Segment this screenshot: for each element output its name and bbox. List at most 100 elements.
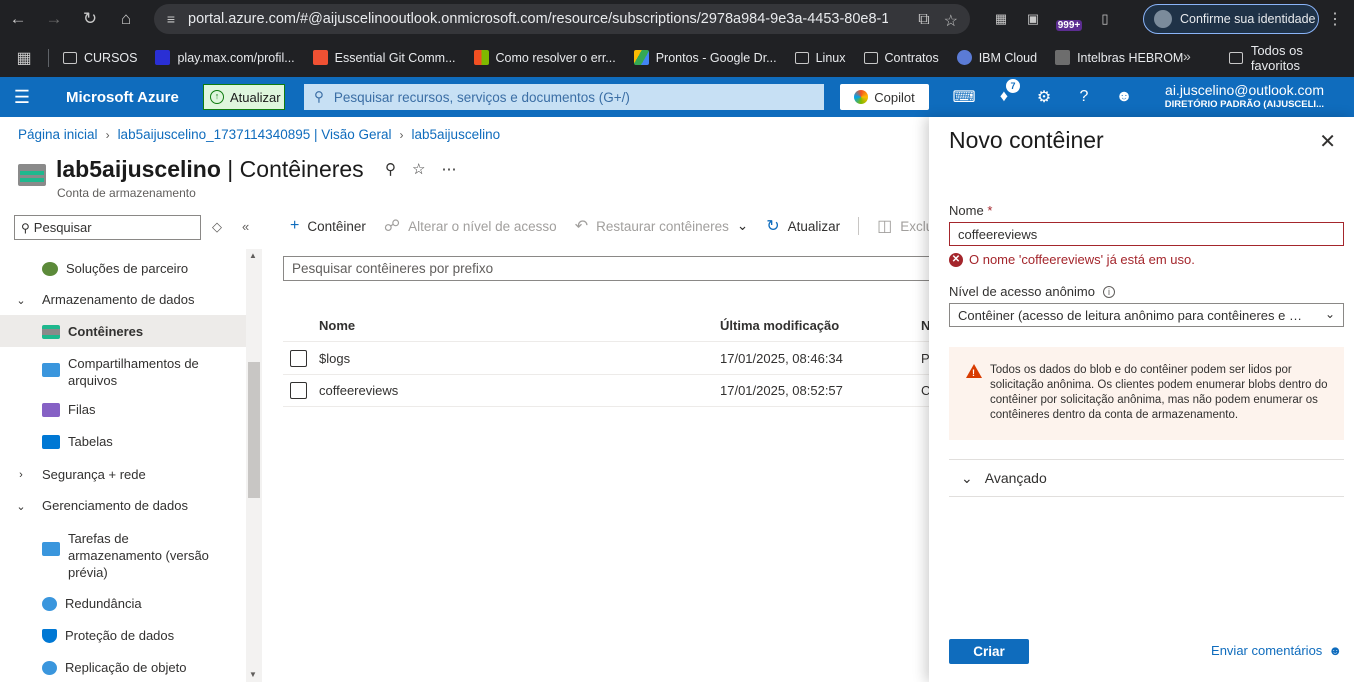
nav-search-input[interactable]: ⚲ Pesquisar <box>14 215 201 240</box>
brand-title[interactable]: Microsoft Azure <box>66 89 179 106</box>
container-name-link[interactable]: coffeereviews <box>319 383 398 398</box>
url-text: portal.azure.com/#@aijuscelinooutlook.on… <box>188 11 888 27</box>
apps-grid-icon[interactable]: ▦ <box>0 48 48 68</box>
send-feedback-link[interactable]: Enviar comentários ☻ <box>1211 643 1342 658</box>
row-checkbox[interactable] <box>290 350 307 367</box>
refresh-button[interactable]: ↻ Atualizar <box>766 216 840 236</box>
scroll-up-icon[interactable]: ▲ <box>249 251 257 260</box>
notifications-icon[interactable]: ♦ 7 <box>984 79 1024 106</box>
bookmark-item[interactable]: Essential Git Comm... <box>312 50 456 65</box>
settings-gear-icon[interactable]: ⚙ <box>1024 87 1064 107</box>
account-menu[interactable]: ai.juscelino@outlook.com DIRETÓRIO PADRÃ… <box>1165 82 1324 110</box>
feedback-icon: ☻ <box>1328 643 1342 658</box>
collapse-toggle-icon[interactable]: ◇ <box>212 219 222 235</box>
access-level-dropdown[interactable]: Contêiner (acesso de leitura anônimo par… <box>949 303 1344 327</box>
folder-icon <box>863 51 878 64</box>
collapse-sidebar-icon[interactable]: « <box>242 219 249 234</box>
sidebar-item-data-management[interactable]: ⌄ Gerenciamento de dados <box>0 491 246 523</box>
bookmark-item[interactable]: Como resolver o err... <box>473 50 616 65</box>
table-row[interactable]: $logs 17/01/2025, 08:46:34 P <box>283 343 943 375</box>
bookmark-item[interactable]: play.max.com/profil... <box>155 50 295 65</box>
folder-icon <box>1229 51 1243 64</box>
scroll-down-icon[interactable]: ▼ <box>249 670 257 679</box>
translate-icon[interactable]: ▣ <box>1020 6 1046 32</box>
bookmark-item[interactable]: CURSOS <box>63 51 137 65</box>
back-icon[interactable]: ← <box>0 0 36 38</box>
identity-button[interactable]: Confirme sua identidade <box>1143 4 1319 34</box>
favorite-star-icon[interactable]: ☆ <box>412 160 425 178</box>
forward-icon[interactable]: → <box>36 0 72 38</box>
copilot-button[interactable]: Copilot <box>840 84 929 110</box>
drive-icon <box>633 50 649 65</box>
create-button[interactable]: Criar <box>949 639 1029 664</box>
reload-icon[interactable]: ↻ <box>72 0 108 38</box>
sidebar-item-data-storage[interactable]: ⌄ Armazenamento de dados <box>0 283 246 315</box>
chevron-down-icon: ⌄ <box>961 469 973 486</box>
address-bar[interactable]: ≡ portal.azure.com/#@aijuscelinooutlook.… <box>154 4 970 34</box>
container-name-link[interactable]: $logs <box>319 351 350 366</box>
breadcrumb-resource-group[interactable]: lab5aijuscelino_1737114340895 | Visão Ge… <box>118 127 392 142</box>
bookmark-item[interactable]: Contratos <box>863 51 939 65</box>
search-icon: ⚲ <box>21 220 30 235</box>
bookmark-item[interactable]: Intelbras HEBROM <box>1055 50 1183 65</box>
puzzle-icon[interactable]: ▯ <box>1092 6 1118 32</box>
row-checkbox[interactable] <box>290 382 307 399</box>
change-access-level-button[interactable]: ☍ Alterar o nível de acesso <box>384 216 557 236</box>
sidebar-item-file-shares[interactable]: Compartilhamentos de arquivos <box>0 347 246 395</box>
sidebar-item-containers[interactable]: Contêineres <box>0 315 246 347</box>
sidebar-item-security-network[interactable]: › Segurança + rede <box>0 459 246 491</box>
browser-chrome: ← → ↻ ⌂ ≡ portal.azure.com/#@aijuscelino… <box>0 0 1354 77</box>
info-icon[interactable]: i <box>1102 286 1115 298</box>
upgrade-button[interactable]: ↑ Atualizar <box>203 84 285 110</box>
sidebar-item-tables[interactable]: Tabelas <box>0 427 246 459</box>
bookmark-item[interactable]: IBM Cloud <box>956 50 1037 65</box>
sidebar-scroll-thumb[interactable] <box>248 362 260 498</box>
breadcrumb-storage[interactable]: lab5aijuscelino <box>412 127 501 142</box>
chevron-right-icon: › <box>19 469 23 481</box>
install-app-icon[interactable]: ⧉ <box>918 11 929 31</box>
prefix-search-input[interactable]: Pesquisar contêineres por prefixo <box>283 256 963 281</box>
max-icon <box>155 50 171 65</box>
chevron-down-icon: ⌄ <box>1324 307 1335 321</box>
queue-icon <box>42 403 60 417</box>
bookmark-star-icon[interactable]: ☆ <box>944 11 958 31</box>
sidebar-item-data-protection[interactable]: Proteção de dados <box>0 621 246 653</box>
sidebar-item-queues[interactable]: Filas <box>0 395 246 427</box>
close-icon[interactable]: ✕ <box>1319 129 1336 154</box>
anonymous-access-warning: Todos os dados do blob e do contêiner po… <box>949 347 1344 440</box>
more-options-icon[interactable]: ⋯ <box>441 160 456 178</box>
more-bookmarks-icon[interactable]: » <box>1183 48 1191 64</box>
sidebar-item-partner-solutions[interactable]: Soluções de parceiro <box>0 252 246 283</box>
hamburger-menu-icon[interactable]: ☰ <box>0 87 44 108</box>
lock-icon: ☍ <box>383 218 401 235</box>
advanced-section-toggle[interactable]: ⌄ Avançado <box>949 459 1344 497</box>
account-email: ai.juscelino@outlook.com <box>1165 82 1324 98</box>
pin-icon[interactable]: ⚲ <box>385 160 396 178</box>
cloud-shell-icon[interactable]: ⌨ <box>944 87 984 107</box>
feedback-icon[interactable]: ☻ <box>1104 88 1144 106</box>
bookmark-item[interactable]: Prontos - Google Dr... <box>633 50 777 65</box>
sidebar-item-object-replication[interactable]: Replicação de objeto <box>0 653 246 682</box>
access-level-label: Nível de acesso anônimo i <box>949 284 1115 299</box>
global-search-input[interactable]: ⚲ Pesquisar recursos, serviços e documen… <box>304 84 824 110</box>
site-info-icon[interactable]: ≡ <box>154 11 188 27</box>
column-header-modified[interactable]: Última modificação <box>720 318 839 333</box>
add-container-button[interactable]: + Contêiner <box>290 217 366 235</box>
browser-menu-icon[interactable]: ⋮ <box>1327 9 1343 29</box>
container-name-input[interactable]: coffeereviews <box>949 222 1344 246</box>
bookmark-item[interactable]: Linux <box>794 51 846 65</box>
help-icon[interactable]: ? <box>1064 88 1104 106</box>
restore-containers-button[interactable]: ↶ Restaurar contêineres ⌄ <box>575 216 749 236</box>
all-bookmarks[interactable]: Todos os favoritos <box>1229 38 1354 77</box>
extension-badge[interactable]: 999+ <box>1055 13 1083 31</box>
copilot-icon <box>854 90 869 104</box>
table-row[interactable]: coffeereviews 17/01/2025, 08:52:57 C <box>283 375 943 407</box>
extension-icon[interactable]: ▦ <box>988 6 1014 32</box>
chevron-down-icon: ⌄ <box>736 218 749 233</box>
column-header-name[interactable]: Nome <box>319 318 355 333</box>
ibm-cloud-icon <box>956 50 972 65</box>
sidebar-item-storage-tasks[interactable]: Tarefas de armazenamento (versão prévia) <box>0 523 246 589</box>
breadcrumb-home[interactable]: Página inicial <box>18 127 98 142</box>
sidebar-item-redundancy[interactable]: Redundância <box>0 589 246 621</box>
home-icon[interactable]: ⌂ <box>108 0 144 38</box>
